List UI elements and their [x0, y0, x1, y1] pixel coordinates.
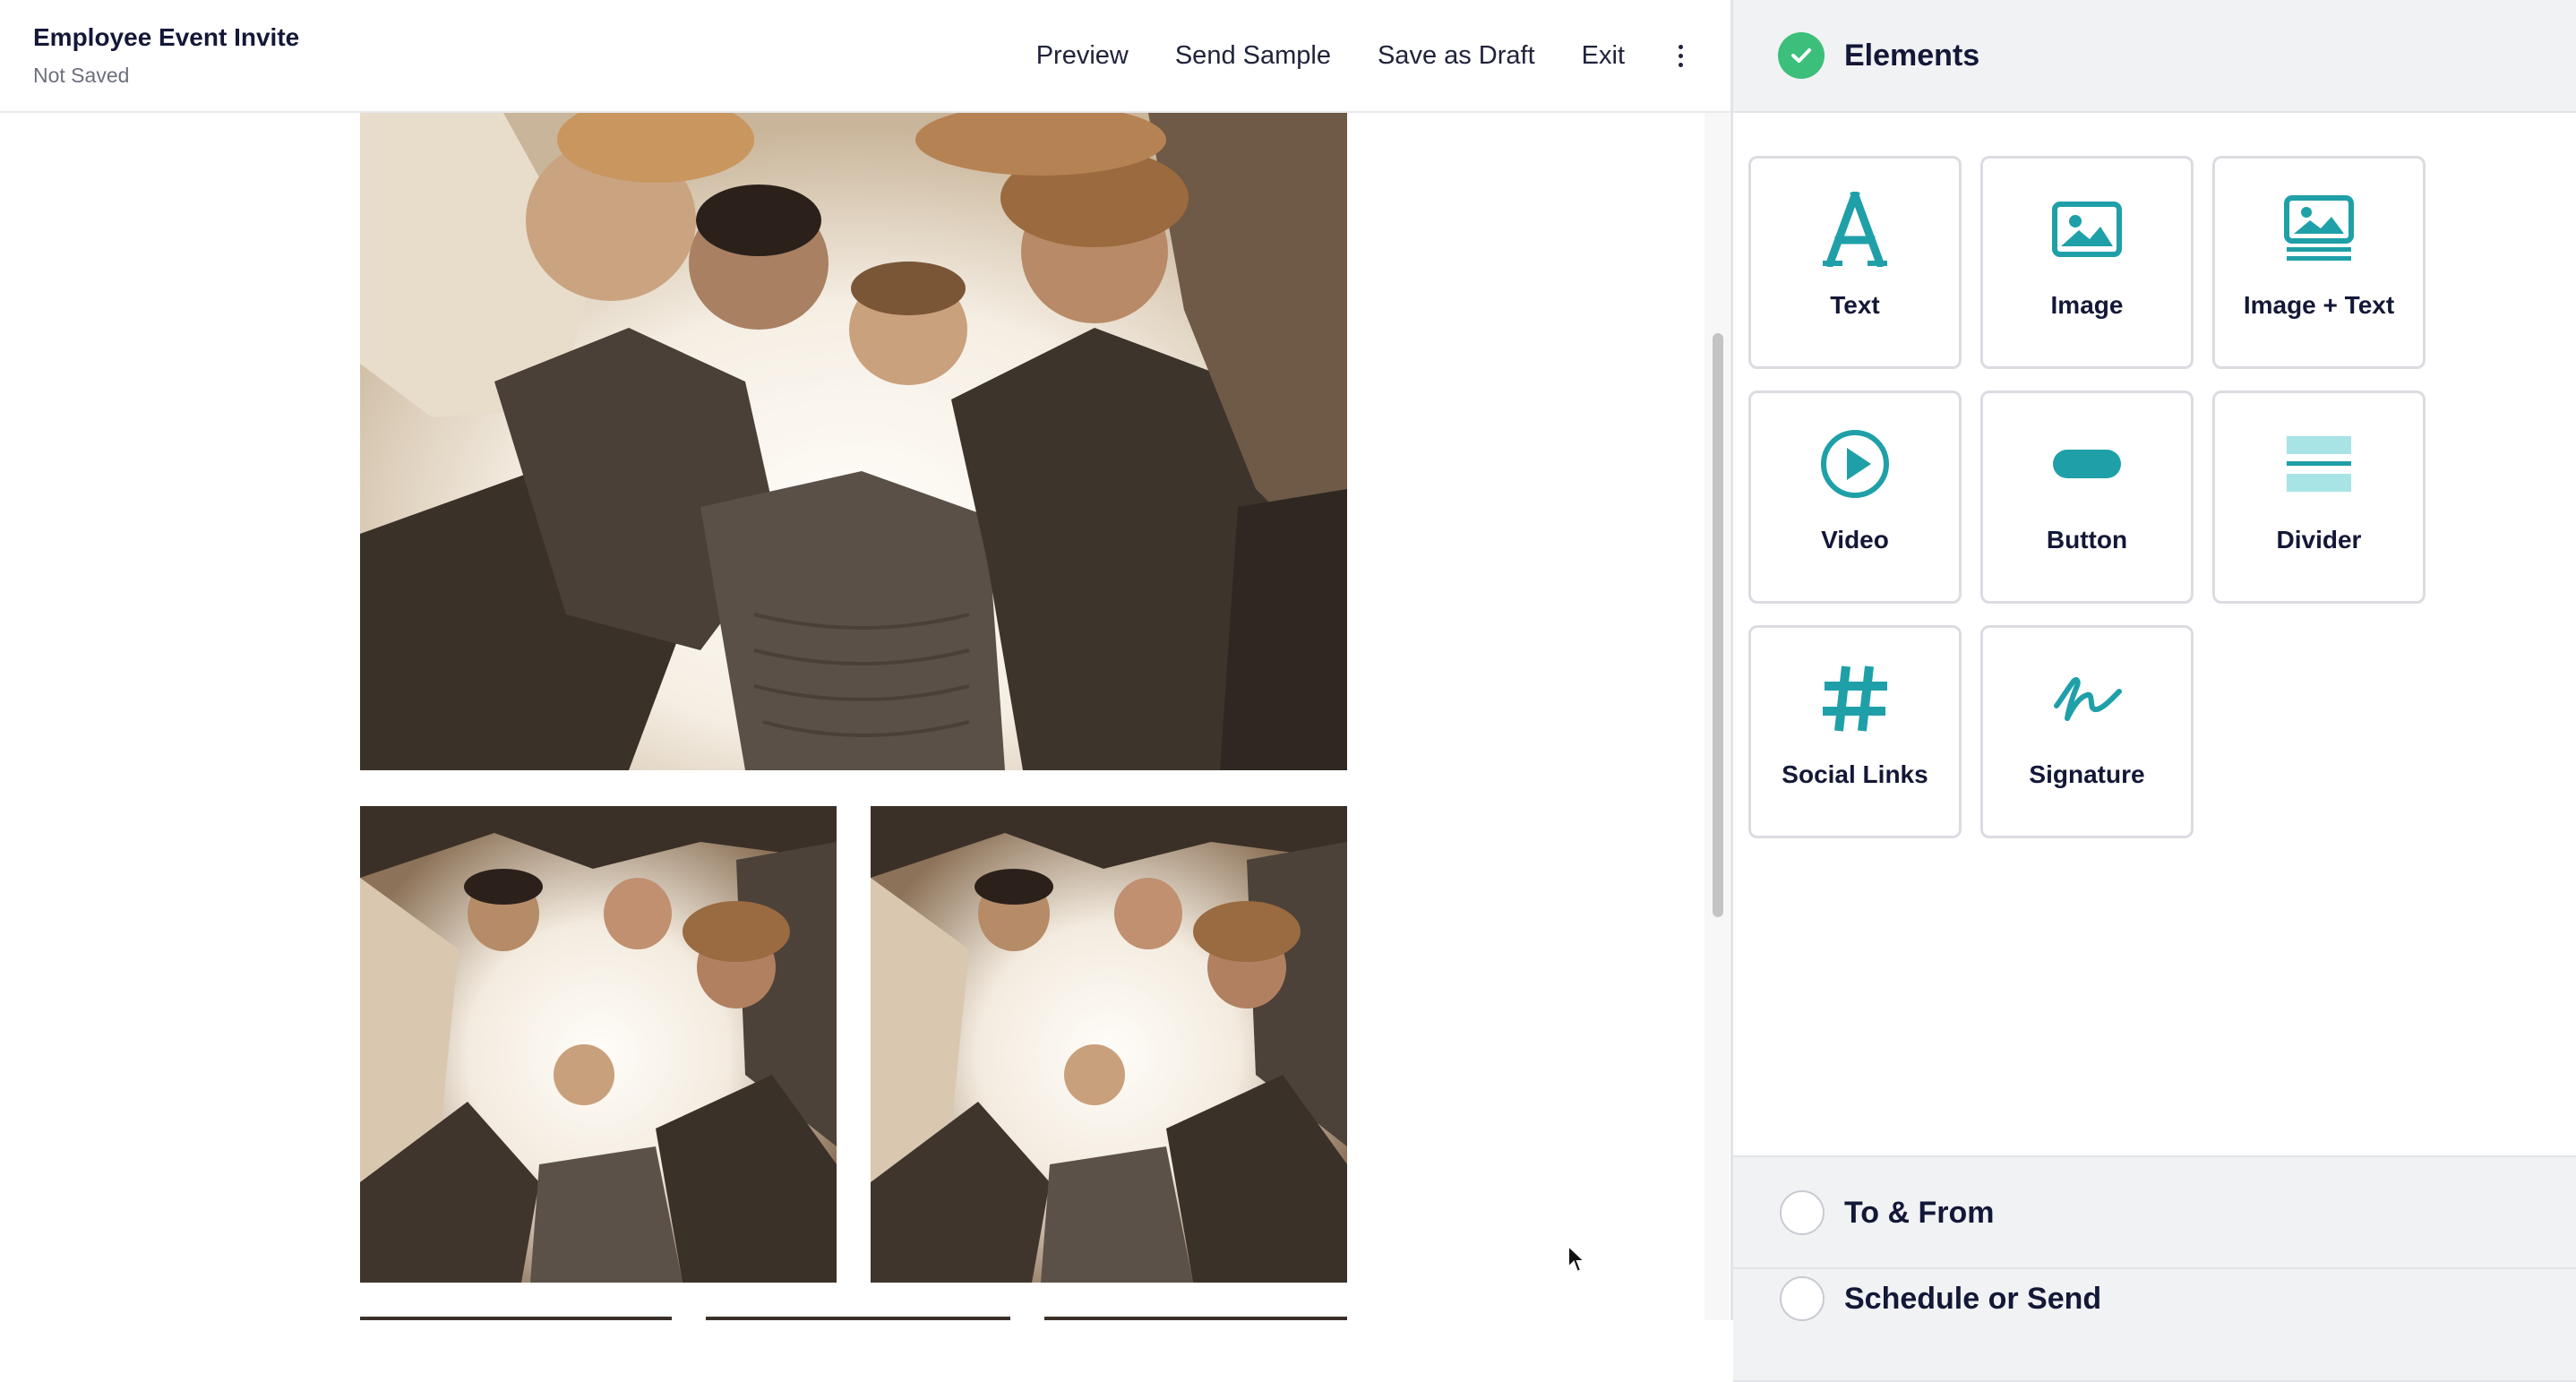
element-label: Image — [2050, 291, 2124, 319]
schedule-section-title: Schedule or Send — [1844, 1281, 2102, 1316]
element-label: Video — [1821, 526, 1889, 554]
element-divider-tile[interactable]: Divider — [2212, 391, 2426, 604]
save-status: Not Saved — [33, 64, 130, 87]
to-from-section-title: To & From — [1844, 1195, 1995, 1230]
exit-button[interactable]: Exit — [1582, 41, 1625, 71]
send-sample-button[interactable]: Send Sample — [1175, 41, 1331, 71]
incomplete-circle-icon — [1780, 1276, 1825, 1321]
element-label: Divider — [2276, 526, 2362, 554]
element-video-tile[interactable]: Video — [1748, 391, 1962, 604]
preview-button[interactable]: Preview — [1036, 41, 1129, 71]
mouse-cursor-icon — [1567, 1244, 1586, 1274]
check-circle-icon — [1778, 32, 1825, 79]
email-image-right[interactable] — [871, 806, 1347, 1283]
more-options-icon[interactable] — [1671, 38, 1689, 73]
element-label: Social Links — [1782, 760, 1928, 788]
divider-icon — [2287, 436, 2351, 492]
element-label: Button — [2046, 526, 2128, 554]
element-button-tile[interactable]: Button — [1980, 391, 2194, 604]
to-from-section-header[interactable]: To & From — [1733, 1155, 2576, 1270]
email-image-row3-b[interactable] — [706, 1317, 1010, 1320]
canvas-scrollbar-thumb[interactable] — [1713, 333, 1723, 917]
text-icon — [1823, 192, 1887, 267]
hashtag-icon — [1823, 665, 1887, 732]
document-title: Employee Event Invite — [33, 23, 300, 51]
email-canvas — [0, 113, 1730, 1320]
element-signature-tile[interactable]: Signature — [1980, 625, 2194, 838]
element-image-text-tile[interactable]: Image + Text — [2212, 156, 2426, 369]
signature-icon — [2054, 677, 2122, 721]
button-icon — [2053, 450, 2121, 478]
top-bar: Employee Event Invite Not Saved Preview … — [0, 0, 1730, 113]
incomplete-circle-icon — [1780, 1190, 1825, 1235]
save-as-draft-button[interactable]: Save as Draft — [1378, 41, 1535, 71]
play-circle-icon — [1821, 430, 1889, 498]
element-text-tile[interactable]: Text — [1748, 156, 1962, 369]
email-image-row3-c[interactable] — [1044, 1317, 1347, 1320]
element-social-links-tile[interactable]: Social Links — [1748, 625, 1962, 838]
email-image-left[interactable] — [360, 806, 837, 1283]
editor-area: Employee Event Invite Not Saved Preview … — [0, 0, 1730, 1320]
elements-section-header[interactable]: Elements — [1733, 0, 2576, 113]
schedule-section-header[interactable]: Schedule or Send — [1733, 1267, 2576, 1382]
image-text-icon — [2284, 195, 2354, 261]
element-image-tile[interactable]: Image — [1980, 156, 2194, 369]
top-actions: Preview Send Sample Save as Draft Exit — [1036, 0, 1730, 111]
email-image-main[interactable] — [360, 113, 1347, 770]
elements-section-title: Elements — [1844, 38, 1980, 73]
element-label: Text — [1830, 291, 1880, 319]
image-icon — [2052, 202, 2122, 257]
email-image-row3-a[interactable] — [360, 1317, 672, 1320]
element-label: Image + Text — [2243, 291, 2395, 319]
element-label: Signature — [2029, 760, 2145, 788]
